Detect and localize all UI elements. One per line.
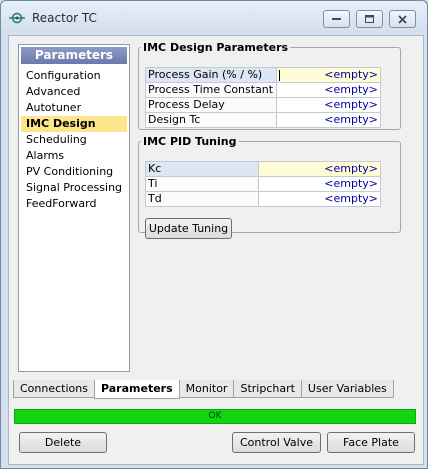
design-tc-label: Design Tc xyxy=(145,112,277,128)
update-tuning-button[interactable]: Update Tuning xyxy=(145,218,232,239)
imc-design-group: IMC Design Parameters Process Gain (% / … xyxy=(138,41,401,130)
nav-item-signal-processing[interactable]: Signal Processing xyxy=(21,180,127,196)
imc-design-title: IMC Design Parameters xyxy=(143,41,289,54)
minimize-button[interactable] xyxy=(323,10,350,28)
process-gain-field[interactable]: <empty> xyxy=(276,67,381,83)
ti-label: Ti xyxy=(145,176,259,192)
td-label: Td xyxy=(145,191,259,207)
status-bar: OK xyxy=(14,409,416,424)
maximize-icon xyxy=(364,14,374,23)
td-field[interactable]: <empty> xyxy=(258,191,381,207)
nav-item-alarms[interactable]: Alarms xyxy=(21,148,127,164)
nav-item-pv-conditioning[interactable]: PV Conditioning xyxy=(21,164,127,180)
table-row: Process Delay <empty> xyxy=(145,97,381,113)
tab-parameters[interactable]: Parameters xyxy=(93,380,180,399)
process-gain-label: Process Gain (% / %) xyxy=(145,67,277,83)
minimize-icon xyxy=(331,18,341,20)
client-area: Parameters Configuration Advanced Autotu… xyxy=(8,35,424,465)
ti-field[interactable]: <empty> xyxy=(258,176,381,192)
design-tc-field[interactable]: <empty> xyxy=(276,112,381,128)
window-title: Reactor TC xyxy=(32,11,97,25)
nav-item-autotuner[interactable]: Autotuner xyxy=(21,100,127,116)
tab-user-variables[interactable]: User Variables xyxy=(300,380,394,398)
tab-connections[interactable]: Connections xyxy=(13,380,95,398)
table-row: Design Tc <empty> xyxy=(145,112,381,128)
imc-design-table: Process Gain (% / %) <empty> Process Tim… xyxy=(145,67,381,128)
window: Reactor TC Parameters Configuration Adva… xyxy=(0,0,428,469)
text-cursor xyxy=(279,70,280,81)
title-bar[interactable]: Reactor TC xyxy=(1,1,427,35)
process-gain-value: <empty> xyxy=(324,68,378,81)
process-delay-field[interactable]: <empty> xyxy=(276,97,381,113)
tab-stripchart[interactable]: Stripchart xyxy=(233,380,302,398)
table-row: Ti <empty> xyxy=(145,176,381,192)
table-row: Td <empty> xyxy=(145,191,381,207)
nav-item-advanced[interactable]: Advanced xyxy=(21,84,127,100)
face-plate-button[interactable]: Face Plate xyxy=(327,432,415,453)
nav-item-imc-design[interactable]: IMC Design xyxy=(21,116,127,132)
close-button[interactable] xyxy=(389,10,416,28)
maximize-button[interactable] xyxy=(356,10,383,28)
tab-bar: Connections Parameters Monitor Stripchar… xyxy=(13,380,394,399)
process-time-constant-field[interactable]: <empty> xyxy=(276,82,381,98)
nav-header: Parameters xyxy=(21,47,127,64)
control-valve-button[interactable]: Control Valve xyxy=(232,432,321,453)
process-delay-label: Process Delay xyxy=(145,97,277,113)
nav-item-scheduling[interactable]: Scheduling xyxy=(21,132,127,148)
close-icon xyxy=(398,14,407,24)
imc-pid-title: IMC PID Tuning xyxy=(143,135,237,148)
kc-label: Kc xyxy=(145,161,259,177)
kc-field[interactable]: <empty> xyxy=(258,161,381,177)
table-row: Process Gain (% / %) <empty> xyxy=(145,67,381,83)
nav-item-configuration[interactable]: Configuration xyxy=(21,68,127,84)
table-row: Process Time Constant <empty> xyxy=(145,82,381,98)
imc-pid-group: IMC PID Tuning Kc <empty> Ti <empty> Td … xyxy=(138,135,401,239)
delete-button[interactable]: Delete xyxy=(19,432,107,453)
process-time-constant-label: Process Time Constant xyxy=(145,82,277,98)
tab-monitor[interactable]: Monitor xyxy=(178,380,235,398)
table-row: Kc <empty> xyxy=(145,161,381,177)
parameters-nav: Parameters Configuration Advanced Autotu… xyxy=(18,44,130,372)
nav-list: Configuration Advanced Autotuner IMC Des… xyxy=(21,68,127,212)
imc-pid-table: Kc <empty> Ti <empty> Td <empty> xyxy=(145,161,381,207)
app-icon xyxy=(9,11,25,25)
nav-item-feedforward[interactable]: FeedForward xyxy=(21,196,127,212)
